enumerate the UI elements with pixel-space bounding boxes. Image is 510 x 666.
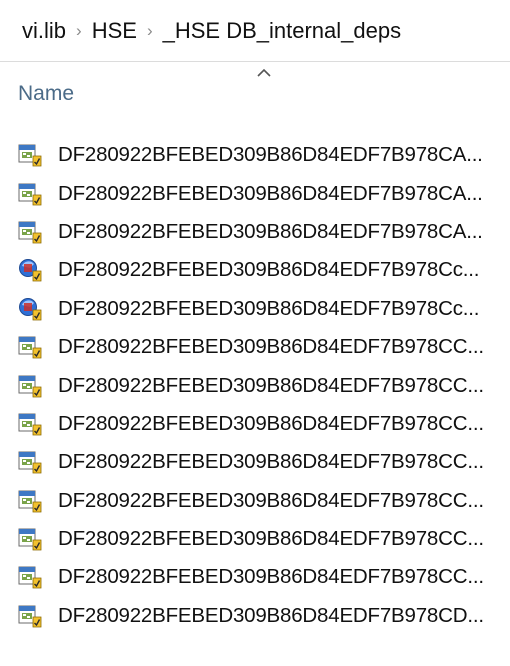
vi-file-icon bbox=[18, 565, 42, 589]
chevron-right-icon[interactable]: › bbox=[147, 21, 153, 41]
list-item[interactable]: DF280922BFEBED309B86D84EDF7B978CC... bbox=[0, 366, 510, 404]
file-list: DF280922BFEBED309B86D84EDF7B978CA... DF2… bbox=[0, 136, 510, 635]
list-item[interactable]: DF280922BFEBED309B86D84EDF7B978CC... bbox=[0, 405, 510, 443]
list-item[interactable]: DF280922BFEBED309B86D84EDF7B978CC... bbox=[0, 328, 510, 366]
breadcrumb-item-vi-lib[interactable]: vi.lib bbox=[18, 16, 70, 46]
vi-file-icon bbox=[18, 412, 42, 436]
vi-file-icon bbox=[18, 489, 42, 513]
breadcrumb: vi.lib › HSE › _HSE DB_internal_deps bbox=[0, 0, 510, 62]
file-name: DF280922BFEBED309B86D84EDF7B978CA... bbox=[58, 219, 483, 243]
file-name: DF280922BFEBED309B86D84EDF7B978CA... bbox=[58, 143, 483, 167]
ctl-file-icon bbox=[18, 258, 42, 282]
file-name: DF280922BFEBED309B86D84EDF7B978CC... bbox=[58, 411, 484, 435]
vi-file-icon bbox=[18, 604, 42, 628]
file-name: DF280922BFEBED309B86D84EDF7B978CC... bbox=[58, 335, 484, 359]
list-item[interactable]: DF280922BFEBED309B86D84EDF7B978CC... bbox=[0, 443, 510, 481]
list-item[interactable]: DF280922BFEBED309B86D84EDF7B978CA... bbox=[0, 174, 510, 212]
chevron-up-icon[interactable] bbox=[252, 66, 276, 78]
list-item[interactable]: DF280922BFEBED309B86D84EDF7B978CA... bbox=[0, 136, 510, 174]
list-item[interactable]: DF280922BFEBED309B86D84EDF7B978Cc... bbox=[0, 251, 510, 289]
file-name: DF280922BFEBED309B86D84EDF7B978CC... bbox=[58, 488, 484, 512]
column-header-name[interactable]: Name bbox=[18, 82, 74, 106]
breadcrumb-item-internal-deps[interactable]: _HSE DB_internal_deps bbox=[159, 16, 405, 46]
file-name: DF280922BFEBED309B86D84EDF7B978CC... bbox=[58, 450, 484, 474]
file-name: DF280922BFEBED309B86D84EDF7B978CC... bbox=[58, 373, 484, 397]
list-item[interactable]: DF280922BFEBED309B86D84EDF7B978Cc... bbox=[0, 290, 510, 328]
breadcrumb-item-hse[interactable]: HSE bbox=[88, 16, 141, 46]
vi-file-icon bbox=[18, 220, 42, 244]
list-item[interactable]: DF280922BFEBED309B86D84EDF7B978CC... bbox=[0, 520, 510, 558]
list-item[interactable]: DF280922BFEBED309B86D84EDF7B978CC... bbox=[0, 558, 510, 596]
list-item[interactable]: DF280922BFEBED309B86D84EDF7B978CA... bbox=[0, 213, 510, 251]
file-name: DF280922BFEBED309B86D84EDF7B978CD... bbox=[58, 603, 484, 627]
vi-file-icon bbox=[18, 335, 42, 359]
file-name: DF280922BFEBED309B86D84EDF7B978Cc... bbox=[58, 258, 480, 282]
file-name: DF280922BFEBED309B86D84EDF7B978CC... bbox=[58, 527, 484, 551]
vi-file-icon bbox=[18, 374, 42, 398]
ctl-file-icon bbox=[18, 297, 42, 321]
vi-file-icon bbox=[18, 182, 42, 206]
list-item[interactable]: DF280922BFEBED309B86D84EDF7B978CC... bbox=[0, 482, 510, 520]
vi-file-icon bbox=[18, 527, 42, 551]
file-name: DF280922BFEBED309B86D84EDF7B978CC... bbox=[58, 565, 484, 589]
chevron-right-icon[interactable]: › bbox=[76, 21, 82, 41]
vi-file-icon bbox=[18, 450, 42, 474]
file-name: DF280922BFEBED309B86D84EDF7B978Cc... bbox=[58, 296, 480, 320]
vi-file-icon bbox=[18, 143, 42, 167]
file-name: DF280922BFEBED309B86D84EDF7B978CA... bbox=[58, 181, 483, 205]
list-item[interactable]: DF280922BFEBED309B86D84EDF7B978CD... bbox=[0, 597, 510, 635]
